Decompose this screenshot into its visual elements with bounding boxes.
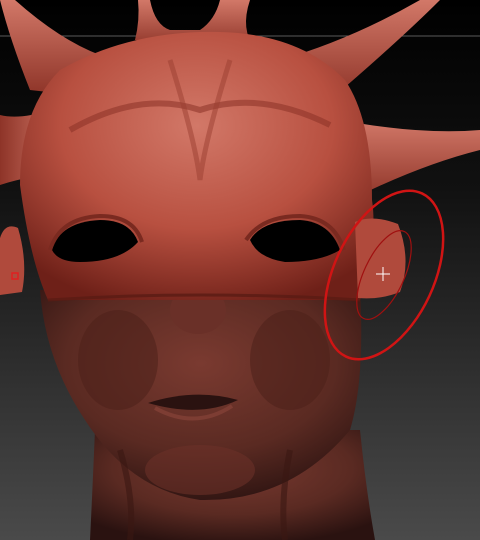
document-viewport[interactable] xyxy=(0,0,480,540)
model-cheek-left xyxy=(78,310,158,410)
model-chin xyxy=(145,445,255,495)
zbrush-canvas[interactable] xyxy=(0,0,480,540)
model-cheek-right xyxy=(250,310,330,410)
